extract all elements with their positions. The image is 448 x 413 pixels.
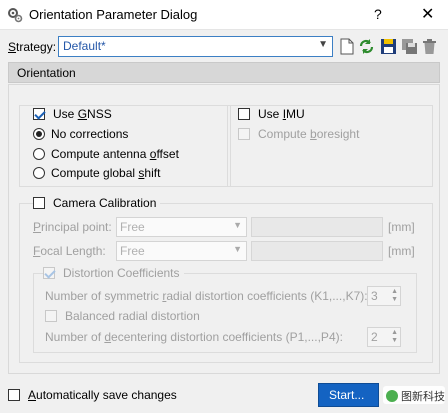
section-header-orientation: Orientation <box>8 62 440 83</box>
autosave-checkbox[interactable]: Automatically save changes <box>8 388 177 402</box>
spinner-arrows-icon: ▲ ▼ <box>391 329 398 344</box>
decentering-coefficients-label: Number of decentering distortion coeffic… <box>45 330 343 344</box>
help-button[interactable]: ? <box>374 6 382 22</box>
focal-length-mode: Free <box>120 244 145 258</box>
save-as-icon[interactable] <box>401 38 418 55</box>
decentering-coefficients-value: 2 <box>371 330 378 344</box>
use-gnss-checkbox[interactable]: Use GNSS <box>33 107 112 121</box>
compute-boresight-checkbox[interactable]: Compute boresight <box>238 127 359 141</box>
symmetric-coefficients-value: 3 <box>371 289 378 303</box>
checkbox-checked-icon <box>33 108 45 120</box>
save-icon[interactable] <box>380 38 397 55</box>
checkbox-unchecked-icon <box>238 108 250 120</box>
new-document-icon[interactable] <box>338 38 355 55</box>
radio-unselected-icon <box>33 148 45 160</box>
gears-icon <box>8 8 23 23</box>
checkbox-disabled-icon <box>238 128 250 140</box>
principal-point-mode: Free <box>120 220 145 234</box>
wechat-logo-icon <box>386 390 398 402</box>
balanced-radial-checkbox[interactable]: Balanced radial distortion <box>45 309 200 323</box>
chevron-down-icon: ▼ <box>318 39 328 50</box>
focal-length-field[interactable] <box>251 241 383 261</box>
principal-point-unit: [mm] <box>388 220 415 234</box>
distortion-coefficients-label: Distortion Coefficients <box>63 266 180 280</box>
radio-selected-icon <box>33 128 45 140</box>
symmetric-coefficients-spinner[interactable]: 3 ▲ ▼ <box>367 286 401 306</box>
start-button[interactable]: Start... <box>318 383 379 407</box>
radio-unselected-icon <box>33 167 45 179</box>
camera-calibration-label: Camera Calibration <box>53 196 157 210</box>
checkbox-disabled-checked-icon <box>43 267 55 279</box>
balanced-radial-label: Balanced radial distortion <box>65 309 200 323</box>
camera-calibration-checkbox[interactable]: Camera Calibration <box>33 196 161 210</box>
chevron-down-icon: ▼ <box>233 244 242 254</box>
radio-label: Compute antenna offset <box>51 147 179 161</box>
checkbox-disabled-icon <box>45 310 57 322</box>
focal-length-unit: [mm] <box>388 244 415 258</box>
watermark: 图新科技 <box>383 386 445 404</box>
principal-point-label: Principal point: <box>33 220 112 234</box>
decentering-coefficients-spinner[interactable]: 2 ▲ ▼ <box>367 327 401 347</box>
spinner-arrows-icon: ▲ ▼ <box>391 288 398 303</box>
strategy-select[interactable]: Default* ▼ <box>58 36 333 57</box>
strategy-label: Strategy: <box>8 40 57 54</box>
checkbox-unchecked-icon <box>33 197 45 209</box>
focal-length-label: Focal Length: <box>33 244 106 258</box>
radio-compute-global-shift[interactable]: Compute global shift <box>33 166 160 180</box>
watermark-text: 图新科技 <box>401 391 445 403</box>
orientation-panel: Use GNSS No corrections Compute antenna … <box>8 84 440 374</box>
strategy-value: Default* <box>63 39 106 53</box>
delete-icon[interactable] <box>421 38 438 55</box>
refresh-icon[interactable] <box>358 38 375 55</box>
principal-point-select[interactable]: Free ▼ <box>116 217 247 237</box>
radio-no-corrections[interactable]: No corrections <box>33 127 128 141</box>
close-button[interactable]: ✕ <box>421 4 434 24</box>
radio-compute-antenna-offset[interactable]: Compute antenna offset <box>33 147 179 161</box>
chevron-down-icon: ▼ <box>233 220 242 230</box>
window-title: Orientation Parameter Dialog <box>29 7 198 22</box>
principal-point-field[interactable] <box>251 217 383 237</box>
radio-label: Compute global shift <box>51 166 161 180</box>
focal-length-select[interactable]: Free ▼ <box>116 241 247 261</box>
symmetric-coefficients-label: Number of symmetric radial distortion co… <box>45 289 368 303</box>
autosave-label: Automatically save changes <box>28 388 177 402</box>
title-bar: Orientation Parameter Dialog ? ✕ <box>0 0 448 30</box>
checkbox-unchecked-icon <box>8 389 20 401</box>
use-imu-checkbox[interactable]: Use IMU <box>238 107 305 121</box>
radio-label: No corrections <box>51 127 129 141</box>
distortion-coefficients-checkbox[interactable]: Distortion Coefficients <box>43 266 184 280</box>
